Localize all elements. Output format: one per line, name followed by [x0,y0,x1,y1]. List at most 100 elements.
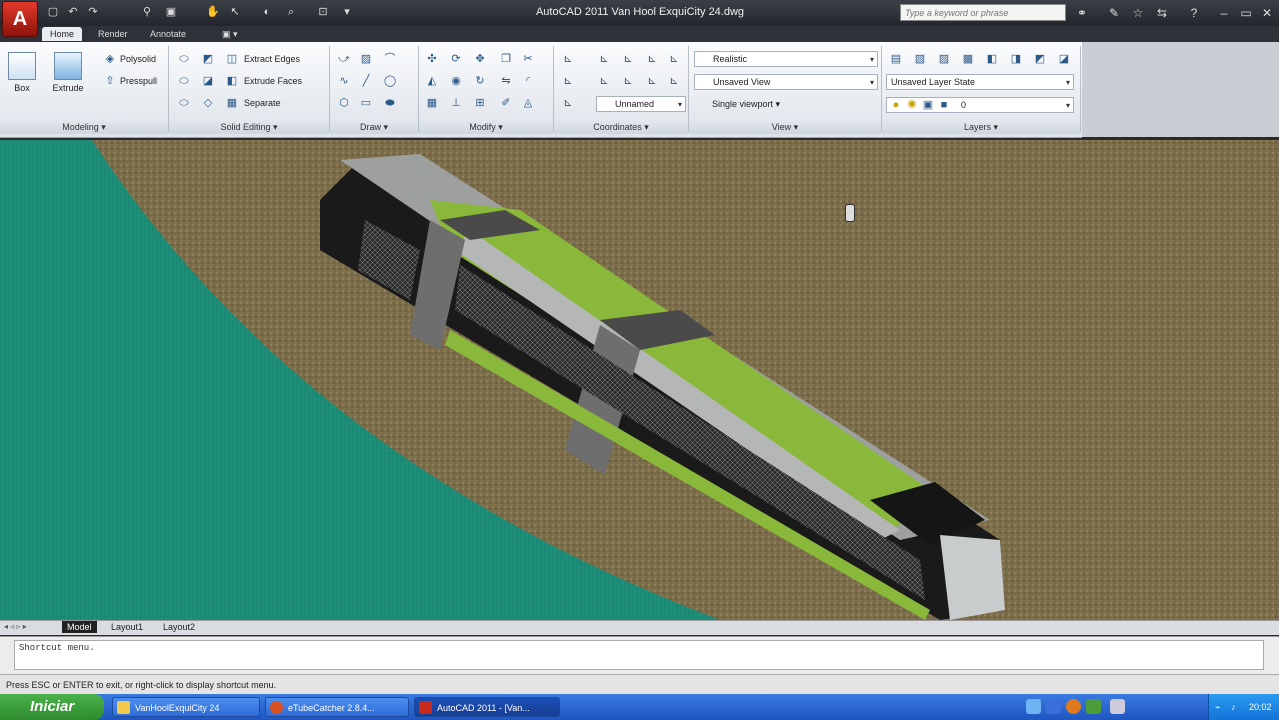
binoculars-icon[interactable]: ⚭ [1074,5,1090,21]
thicken-icon[interactable]: ◇ [200,95,216,111]
panel-title-solid-editing[interactable]: Solid Editing ▾ [169,120,329,134]
line-icon[interactable]: ╱ [358,73,374,89]
volume-icon[interactable] [1110,699,1125,714]
taskbar-item-etubecatcher[interactable]: eTubeCatcher 2.8.4... [265,697,409,717]
panel-title-draw[interactable]: Draw ▾ [330,120,418,134]
tab-annotate[interactable]: Annotate [142,27,194,41]
tab-layout2[interactable]: Layout2 [158,621,200,633]
viewport-dropdown[interactable]: Single viewport ▾ [694,97,804,113]
command-line[interactable]: Shortcut menu. [14,640,1264,670]
minimize-icon[interactable]: – [1216,5,1232,21]
workspace-icon[interactable]: ▣ [164,5,178,19]
circle-icon[interactable]: ◯ [382,73,398,89]
hatch-icon[interactable]: ▨ [358,51,374,67]
network-icon[interactable] [1026,699,1041,714]
layer-freeze-icon[interactable]: ◨ [1008,51,1024,67]
box-button[interactable]: Box [2,48,42,108]
tools-icon[interactable]: ✎ [1106,5,1122,21]
layer-isolate-icon[interactable]: ▩ [960,51,976,67]
mirror-icon[interactable]: ⇋ [498,73,514,89]
tab-navigation-icon[interactable]: ◂ ◃ ▹ ▸ [4,622,27,631]
panel-title-modeling[interactable]: Modeling ▾ [0,120,168,134]
offset-icon[interactable]: ◬ [520,95,536,111]
window-icon[interactable]: ⊡ [316,5,330,19]
ellipse-icon[interactable]: ⬬ [382,95,398,111]
ucs-view-icon[interactable]: ⊾ [596,73,612,89]
shell-icon[interactable]: ◩ [200,51,216,67]
tab-more[interactable]: ▣ ▾ [214,27,246,41]
extrude-faces-button[interactable]: Extrude Faces [244,73,302,89]
layer-off-icon[interactable]: ◧ [984,51,1000,67]
match-icon[interactable]: ⚲ [140,5,154,19]
ucs-y-icon[interactable]: ⊾ [644,51,660,67]
ucs-x-icon[interactable]: ⊾ [620,51,636,67]
erase-icon[interactable]: ✐ [498,95,514,111]
ucs-object-icon[interactable]: ⊾ [620,73,636,89]
exchange-icon[interactable]: ⇆ [1154,5,1170,21]
arc-icon[interactable]: ⌒ [382,51,398,67]
extract-edges-button[interactable]: Extract Edges [244,51,300,67]
panel-title-layers[interactable]: Layers ▾ [882,120,1080,134]
slice-icon[interactable]: ◪ [200,73,216,89]
separate-button[interactable]: Separate [244,95,281,111]
layer-walk-icon[interactable]: ◪ [1056,51,1072,67]
ucs-z-icon[interactable]: ⊾ [666,51,682,67]
ucs-dropdown[interactable]: Unnamed ▾ [596,96,686,112]
named-view-dropdown[interactable]: Unsaved View ▾ [694,74,878,90]
drawing-viewport[interactable] [0,140,1279,620]
orbit-icon[interactable]: ◐ [260,5,274,19]
tray-sound-icon[interactable]: ♪ [1231,694,1236,720]
intersect-icon[interactable]: ⬭ [176,95,192,111]
application-menu-button[interactable]: A [2,1,38,37]
polysolid-button[interactable]: Polysolid [120,51,156,67]
dropdown-icon[interactable]: ▾ [340,5,354,19]
select-icon[interactable]: ↖ [228,5,242,19]
search-input[interactable]: Type a keyword or phrase [900,4,1066,21]
3d-rotate-icon[interactable]: ⟳ [448,51,464,67]
browser-icon[interactable] [1066,699,1081,714]
visual-style-dropdown[interactable]: Realistic ▾ [694,51,878,67]
ucs-origin-icon[interactable]: ⊾ [560,73,576,89]
ucs-named-icon[interactable]: ⊾ [560,95,576,111]
polyline-icon[interactable]: ⤻ [336,51,352,67]
scale-icon[interactable]: ⊞ [472,95,488,111]
fillet-icon[interactable]: ◜ [520,73,536,89]
ucs-face-icon[interactable]: ⊾ [644,73,660,89]
move-icon[interactable]: ✥ [472,51,488,67]
3d-array-icon[interactable]: ▦ [424,95,440,111]
taskbar-item-autocad[interactable]: AutoCAD 2011 - [Van... [414,697,560,717]
undo-icon[interactable]: ↶ [66,5,80,19]
color-swatch-icon[interactable]: ■ [936,97,952,113]
lock-icon[interactable]: ▣ [920,97,936,113]
zoom-icon[interactable]: ⌕ [284,5,298,19]
sun-icon[interactable]: ✺ [904,97,920,113]
rotate-icon[interactable]: ↻ [472,73,488,89]
redo-icon[interactable]: ↷ [86,5,100,19]
pan-icon[interactable]: ✋ [206,5,220,19]
maximize-icon[interactable]: ▭ [1238,5,1254,21]
new-icon[interactable]: ▢ [46,5,60,19]
panel-title-view[interactable]: View ▾ [689,120,881,134]
ucs-world-icon[interactable]: ⊾ [596,51,612,67]
clock[interactable]: 20:02 [1249,694,1272,720]
presspull-button[interactable]: Presspull [120,73,157,89]
panel-title-coordinates[interactable]: Coordinates ▾ [554,120,688,134]
3d-move-icon[interactable]: ✣ [424,51,440,67]
spline-icon[interactable]: ∿ [336,73,352,89]
ucs-3point-icon[interactable]: ⊾ [666,73,682,89]
layer-properties-icon[interactable]: ▤ [888,51,904,67]
3d-align-icon[interactable]: ◭ [424,73,440,89]
panel-title-modify[interactable]: Modify ▾ [419,120,553,134]
rectangle-icon[interactable]: ▭ [358,95,374,111]
layer-state-dropdown[interactable]: Unsaved Layer State ▾ [886,74,1074,90]
tab-layout1[interactable]: Layout1 [106,621,148,633]
align-icon[interactable]: ⊥ [448,95,464,111]
layer-lock-icon[interactable]: ◩ [1032,51,1048,67]
polygon-icon[interactable]: ⬡ [336,95,352,111]
trim-icon[interactable]: ✂ [520,51,536,67]
layer-previous-icon[interactable]: ▨ [936,51,952,67]
ucs-icon[interactable]: ⊾ [560,51,576,67]
tab-render[interactable]: Render [90,27,136,41]
tray-network-icon[interactable]: ⌁ [1215,694,1220,720]
copy-icon[interactable]: ❐ [498,51,514,67]
